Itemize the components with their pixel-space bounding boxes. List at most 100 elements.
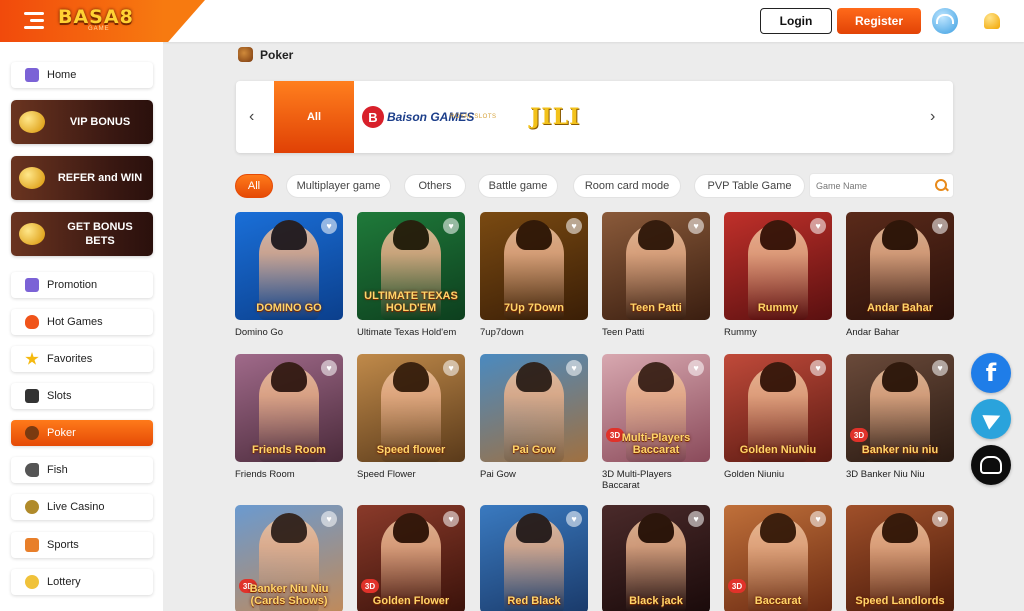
heart-icon[interactable]: ♥ (566, 218, 582, 234)
site-logo[interactable]: BASA8 (58, 6, 134, 28)
customer-support-icon[interactable] (932, 8, 958, 34)
sidebar-item-sports[interactable]: Sports (11, 532, 153, 558)
sidebar-item-label: Slots (47, 390, 72, 402)
slot-machine-icon (25, 389, 39, 403)
sidebar-item-home[interactable]: Home (11, 62, 153, 88)
game-thumbnail[interactable]: ♥ Friends Room (235, 354, 343, 462)
heart-icon[interactable]: ♥ (810, 218, 826, 234)
heart-icon[interactable]: ♥ (810, 511, 826, 527)
sidebar-item-promotion[interactable]: Promotion (11, 272, 153, 298)
heart-icon[interactable]: ♥ (321, 218, 337, 234)
game-card[interactable]: ♥ Pai Gow Pai Gow (480, 354, 588, 480)
heart-icon[interactable]: ♥ (443, 511, 459, 527)
game-card[interactable]: ♥ Andar Bahar Andar Bahar (846, 212, 954, 338)
game-thumbnail[interactable]: ♥ Andar Bahar (846, 212, 954, 320)
game-card[interactable]: ♥ ULTIMATE TEXAS HOLD'EM Ultimate Texas Ho… (357, 212, 465, 338)
game-card[interactable]: ♥ 3D Banker niu niu 3D Banker Niu Niu (846, 354, 954, 480)
game-thumbnail[interactable]: ♥ 7Up 7Down (480, 212, 588, 320)
game-card[interactable]: ♥ Speed flower Speed Flower (357, 354, 465, 480)
game-thumbnail[interactable]: ♥ Teen Patti (602, 212, 710, 320)
sidebar-item-live-casino[interactable]: Live Casino (11, 494, 153, 520)
game-thumbnail[interactable]: ♥ Red Black (480, 505, 588, 611)
game-card[interactable]: ♥ Golden NiuNiu Golden Niuniu (724, 354, 832, 480)
badge-3d: 3D (361, 579, 379, 593)
heart-icon[interactable]: ♥ (443, 218, 459, 234)
game-thumb-title: Black jack (629, 595, 683, 607)
game-card[interactable]: ♥ Black jack (602, 505, 710, 611)
customer-service-icon[interactable] (971, 445, 1011, 485)
game-card[interactable]: ♥ Friends Room Friends Room (235, 354, 343, 480)
game-thumbnail[interactable]: ♥ Speed Landlords (846, 505, 954, 611)
sidebar-item-favorites[interactable]: Favorites (11, 346, 153, 372)
game-thumbnail[interactable]: ♥ 3D Golden Flower (357, 505, 465, 611)
megaphone-icon (25, 278, 39, 292)
heart-icon[interactable]: ♥ (321, 511, 337, 527)
sidebar-item-poker[interactable]: Poker (11, 420, 153, 446)
heart-icon[interactable]: ♥ (443, 360, 459, 376)
heart-icon[interactable]: ♥ (566, 360, 582, 376)
heart-icon[interactable]: ♥ (688, 511, 704, 527)
notification-bell-icon[interactable] (979, 8, 1005, 34)
heart-icon[interactable]: ♥ (932, 218, 948, 234)
heart-icon[interactable]: ♥ (688, 360, 704, 376)
game-name: 3D Banker Niu Niu (846, 469, 925, 480)
vip-bonus-card[interactable]: VIP BONUS (11, 100, 153, 144)
game-thumbnail[interactable]: ♥ 3D Banker Niu Niu (Cards Shows) (235, 505, 343, 611)
game-card[interactable]: ♥ 3D Multi-Players Baccarat 3D Multi-Player… (602, 354, 710, 491)
game-card[interactable]: ♥ 3D Banker Niu Niu (Cards Shows) (235, 505, 343, 611)
heart-icon[interactable]: ♥ (932, 511, 948, 527)
game-card[interactable]: ♥ 3D Baccarat (724, 505, 832, 611)
filter-chip-all[interactable]: All (235, 174, 273, 198)
provider-jili[interactable]: JILI (530, 81, 580, 153)
game-thumbnail[interactable]: ♥ Golden NiuNiu (724, 354, 832, 462)
heart-icon[interactable]: ♥ (566, 511, 582, 527)
heart-icon[interactable]: ♥ (932, 360, 948, 376)
sidebar-item-label: Sports (47, 539, 79, 551)
telegram-icon[interactable] (971, 399, 1011, 439)
sidebar-item-label: Poker (47, 427, 76, 439)
game-thumbnail[interactable]: ♥ ULTIMATE TEXAS HOLD'EM (357, 212, 465, 320)
filter-chip-battle[interactable]: Battle game (478, 174, 558, 198)
game-card[interactable]: ♥ Red Black (480, 505, 588, 611)
game-thumbnail[interactable]: ♥ DOMINO GO (235, 212, 343, 320)
provider-royal-slots[interactable]: ROYAL SLOTS (450, 81, 497, 153)
game-card[interactable]: ♥ Speed Landlords (846, 505, 954, 611)
hamburger-menu-icon[interactable] (24, 12, 44, 30)
game-search-input[interactable] (816, 178, 926, 194)
game-card[interactable]: ♥ 3D Golden Flower (357, 505, 465, 611)
game-thumbnail[interactable]: ♥ Pai Gow (480, 354, 588, 462)
get-bonus-bets-card[interactable]: GET BONUS BETS (11, 212, 153, 256)
facebook-icon[interactable]: f (971, 353, 1011, 393)
game-card[interactable]: ♥ Teen Patti Teen Patti (602, 212, 710, 338)
heart-icon[interactable]: ♥ (321, 360, 337, 376)
game-thumbnail[interactable]: ♥ 3D Multi-Players Baccarat (602, 354, 710, 462)
chevron-left-icon[interactable]: ‹ (249, 109, 254, 125)
promo-label: REFER and WIN (57, 172, 143, 184)
provider-all-tab[interactable]: All (274, 81, 354, 153)
game-card[interactable]: ♥ Rummy Rummy (724, 212, 832, 338)
heart-icon[interactable]: ♥ (810, 360, 826, 376)
game-thumbnail[interactable]: ♥ Speed flower (357, 354, 465, 462)
game-thumbnail[interactable]: ♥ 3D Baccarat (724, 505, 832, 611)
filter-chip-others[interactable]: Others (404, 174, 466, 198)
filter-chip-pvp-table[interactable]: PVP Table Game (694, 174, 805, 198)
refer-and-win-card[interactable]: REFER and WIN (11, 156, 153, 200)
game-name: Domino Go (235, 327, 284, 338)
search-icon[interactable] (935, 179, 949, 193)
sidebar-item-lottery[interactable]: Lottery (11, 569, 153, 595)
game-thumbnail[interactable]: ♥ Rummy (724, 212, 832, 320)
login-button[interactable]: Login (760, 8, 832, 34)
sidebar-item-hot-games[interactable]: Hot Games (11, 309, 153, 335)
sidebar-item-slots[interactable]: Slots (11, 383, 153, 409)
sidebar-item-label: Promotion (47, 279, 98, 291)
game-card[interactable]: ♥ 7Up 7Down 7up7down (480, 212, 588, 338)
filter-chip-multiplayer[interactable]: Multiplayer game (286, 174, 391, 198)
game-thumbnail[interactable]: ♥ Black jack (602, 505, 710, 611)
game-card[interactable]: ♥ DOMINO GO Domino Go (235, 212, 343, 338)
heart-icon[interactable]: ♥ (688, 218, 704, 234)
chevron-right-icon[interactable]: › (930, 109, 935, 125)
game-thumbnail[interactable]: ♥ 3D Banker niu niu (846, 354, 954, 462)
filter-chip-room-card[interactable]: Room card mode (573, 174, 681, 198)
sidebar-item-fish[interactable]: Fish (11, 457, 153, 483)
register-button[interactable]: Register (837, 8, 921, 34)
